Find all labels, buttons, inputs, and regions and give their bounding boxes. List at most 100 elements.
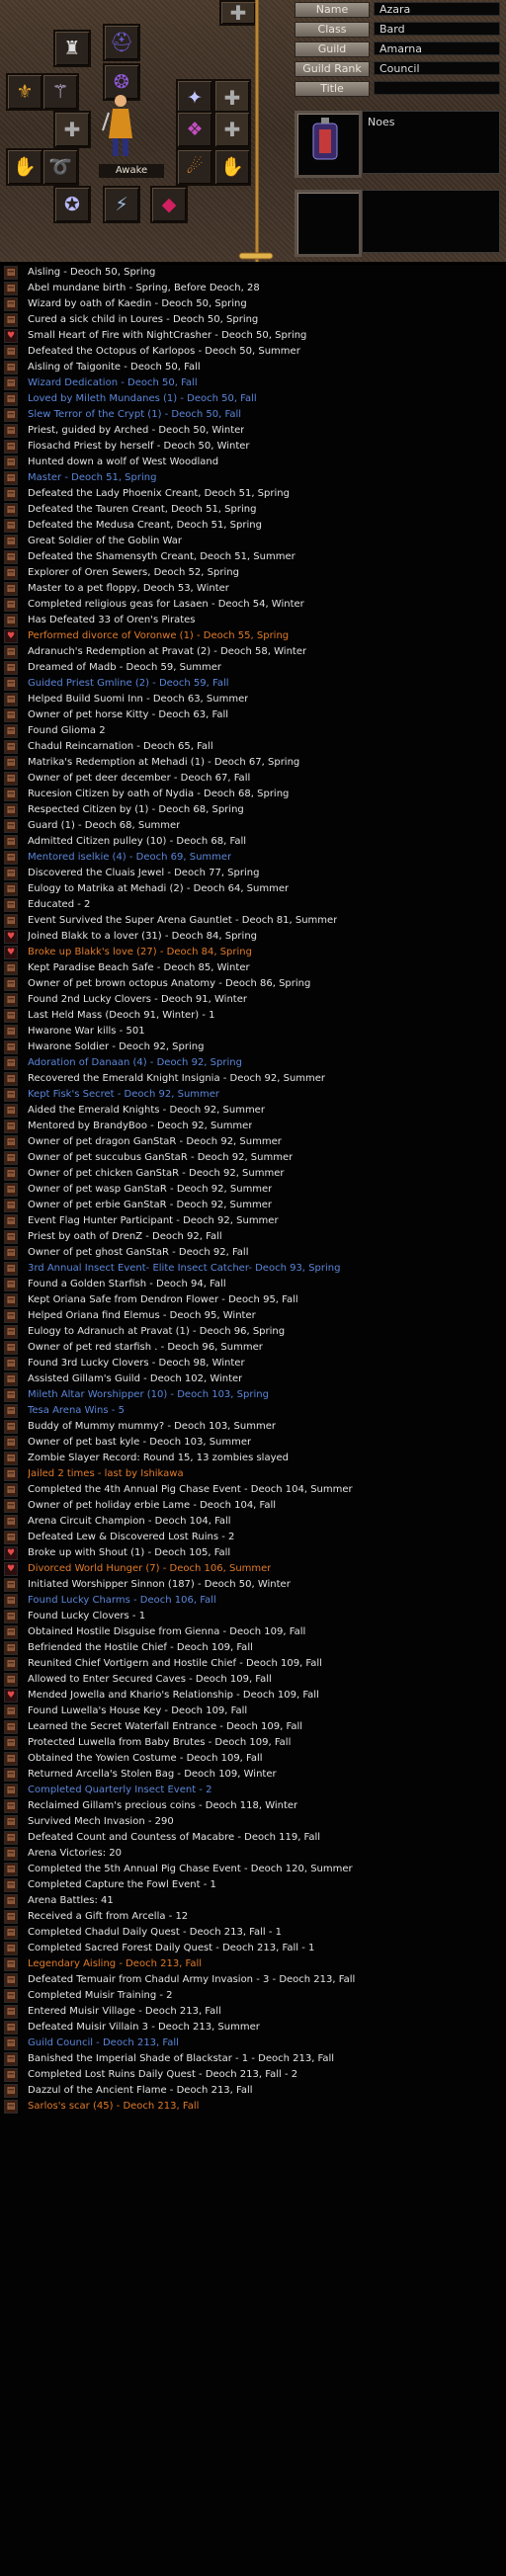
- book-icon: ▤: [4, 803, 18, 817]
- book-icon: ▤: [4, 1040, 18, 1054]
- legend-text: Defeated Muisir Villain 3 - Deoch 213, S…: [28, 2022, 260, 2033]
- equip-slot-4[interactable]: ✚: [219, 0, 257, 26]
- equip-slot-12[interactable]: ✋: [6, 148, 43, 186]
- book-icon: ▤: [4, 993, 18, 1007]
- legend-text: Mentored iselkie (4) - Deoch 69, Summer: [28, 852, 232, 863]
- book-icon: ▤: [4, 1784, 18, 1797]
- legend-row: ▤ Helped Build Suomi Inn - Deoch 63, Summ…: [0, 692, 506, 707]
- legend-text: Defeated the Shamensyth Creant, Deoch 51…: [28, 551, 295, 562]
- legend-text: Completed Chadul Daily Quest - Deoch 213…: [28, 1927, 283, 1938]
- status-label: Awake: [99, 164, 164, 178]
- legend-text: Obtained the Yowien Costume - Deoch 109,…: [28, 1753, 263, 1764]
- legend-text: Matrika's Redemption at Mehadi (1) - Deo…: [28, 757, 300, 768]
- book-icon: ▤: [4, 2021, 18, 2035]
- legend-row: ▤ Dazzul of the Ancient Flame - Deoch 213…: [0, 2083, 506, 2099]
- legend-row: ▤ Explorer of Oren Sewers, Deoch 52, Spri…: [0, 565, 506, 581]
- equip-slot-10[interactable]: ❖: [176, 111, 213, 148]
- heart-icon: ♥: [4, 930, 18, 944]
- legend-row: ▤ Mentored by BrandyBoo - Deoch 92, Summe…: [0, 1119, 506, 1134]
- legend-row: ♥ Small Heart of Fire with NightCrasher -…: [0, 328, 506, 344]
- book-icon: ▤: [4, 361, 18, 374]
- book-icon: ▤: [4, 1799, 18, 1813]
- equip-slot-1[interactable]: ♜: [53, 30, 91, 67]
- legend-row: ▤ Adoration of Danaan (4) - Deoch 92, Spr…: [0, 1055, 506, 1071]
- equip-slot-5[interactable]: ⚜: [6, 73, 43, 111]
- legend-text: Guard (1) - Deoch 68, Summer: [28, 820, 181, 831]
- legend-row: ▤ Defeated the Octopus of Karlopos - Deoc…: [0, 344, 506, 360]
- equip-slot-15[interactable]: ✋: [213, 148, 251, 186]
- legend-row: ▤ Sarlos's scar (45) - Deoch 213, Fall: [0, 2099, 506, 2115]
- equip-slot-6[interactable]: ⚚: [42, 73, 79, 111]
- book-icon: ▤: [4, 1926, 18, 1940]
- legend-row: ▤ Wizard by oath of Kaedin - Deoch 50, Sp…: [0, 296, 506, 312]
- equip-slot-11[interactable]: ✚: [213, 111, 251, 148]
- book-icon: ▤: [4, 456, 18, 469]
- legend-text: Reclaimed Gillam's precious coins - Deoc…: [28, 1800, 298, 1811]
- title-value: [374, 81, 500, 95]
- legend-text: Obtained Hostile Disguise from Gienna - …: [28, 1626, 306, 1637]
- legend-row: ▤ Completed Muisir Training - 2: [0, 1988, 506, 2004]
- legend-row: ▤ Priest by oath of DrenZ - Deoch 92, Fal…: [0, 1229, 506, 1245]
- book-icon: ▤: [4, 1942, 18, 1955]
- book-icon: ▤: [4, 693, 18, 706]
- book-icon: ▤: [4, 1578, 18, 1592]
- legend-row: ▤ Defeated the Medusa Creant, Deoch 51, S…: [0, 518, 506, 534]
- legend-text: Joined Blakk to a lover (31) - Deoch 84,…: [28, 931, 258, 942]
- legend-row: ▤ Completed Lost Ruins Daily Quest - Deoc…: [0, 2067, 506, 2083]
- legend-row: ▤ Defeated the Shamensyth Creant, Deoch 5…: [0, 549, 506, 565]
- panel-divider: [255, 0, 259, 262]
- book-icon: ▤: [4, 1341, 18, 1355]
- legend-text: Master to a pet floppy, Deoch 53, Winter: [28, 583, 229, 594]
- legend-text: Initiated Worshipper Sinnon (187) - Deoc…: [28, 1579, 291, 1590]
- secondary-caption-box: [362, 190, 500, 253]
- equip-slot-13[interactable]: ➰: [42, 148, 79, 186]
- legend-text: Priest by oath of DrenZ - Deoch 92, Fall: [28, 1231, 222, 1242]
- legend-text: Abel mundane birth - Spring, Before Deoc…: [28, 283, 260, 293]
- legend-text: Defeated Temuair from Chadul Army Invasi…: [28, 1974, 356, 1985]
- legend-row: ▤ Obtained the Yowien Costume - Deoch 109…: [0, 1751, 506, 1767]
- legend-row: ▤ 3rd Annual Insect Event- Elite Insect C…: [0, 1261, 506, 1277]
- equip-slot-2[interactable]: ⛑: [103, 24, 140, 61]
- legend-row: ▤ Banished the Imperial Shade of Blacksta…: [0, 2051, 506, 2067]
- legend-list[interactable]: ▤ Aisling - Deoch 50, Spring ▤ Abel mundane…: [0, 265, 506, 2576]
- book-icon: ▤: [4, 392, 18, 406]
- book-icon: ▤: [4, 1483, 18, 1497]
- book-icon: ▤: [4, 1863, 18, 1876]
- book-icon: ▤: [4, 2068, 18, 2082]
- legend-text: Aisling - Deoch 50, Spring: [28, 267, 156, 278]
- legend-row: ▤ Dreamed of Madb - Deoch 59, Summer: [0, 660, 506, 676]
- legend-text: Hwarone Soldier - Deoch 92, Spring: [28, 1041, 205, 1052]
- book-icon: ▤: [4, 788, 18, 801]
- book-icon: ▤: [4, 313, 18, 327]
- equip-slot-17[interactable]: ⚡: [103, 186, 140, 223]
- heart-icon: ♥: [4, 1562, 18, 1576]
- equip-slot-18[interactable]: ◆: [150, 186, 188, 223]
- legend-text: Mileth Altar Worshipper (10) - Deoch 103…: [28, 1389, 269, 1400]
- legend-text: Zombie Slayer Record: Round 15, 13 zombi…: [28, 1453, 289, 1463]
- legend-row: ▤ Has Defeated 33 of Oren's Pirates: [0, 613, 506, 628]
- legend-row: ▤ Educated - 2: [0, 897, 506, 913]
- legend-text: Rucesion Citizen by oath of Nydia - Deoc…: [28, 789, 290, 799]
- legend-text: Last Held Mass (Deoch 91, Winter) - 1: [28, 1010, 215, 1021]
- guild-value: Amarna: [374, 42, 500, 55]
- book-icon: ▤: [4, 1309, 18, 1323]
- book-icon: ▤: [4, 1104, 18, 1118]
- legend-row: ▤ Priest, guided by Arched - Deoch 50, Wi…: [0, 423, 506, 439]
- legend-row: ♥ Joined Blakk to a lover (31) - Deoch 84…: [0, 929, 506, 945]
- equip-slot-16[interactable]: ✪: [53, 186, 91, 223]
- book-icon: ▤: [4, 1293, 18, 1307]
- legend-text: Kept Fisk's Secret - Deoch 92, Summer: [28, 1089, 220, 1100]
- book-icon: ▤: [4, 645, 18, 659]
- equip-slot-14[interactable]: ☄: [176, 148, 213, 186]
- heart-icon: ♥: [4, 629, 18, 643]
- book-icon: ▤: [4, 1641, 18, 1655]
- legend-text: Eulogy to Adranuch at Pravat (1) - Deoch…: [28, 1326, 286, 1337]
- legend-row: ▤ Owner of pet horse Kitty - Deoch 63, Fa…: [0, 707, 506, 723]
- book-icon: ▤: [4, 1957, 18, 1971]
- book-icon: ▤: [4, 1072, 18, 1086]
- equip-slot-9[interactable]: ✚: [53, 111, 91, 148]
- book-icon: ▤: [4, 661, 18, 675]
- legend-text: Completed Capture the Fowl Event - 1: [28, 1879, 216, 1890]
- legend-text: Completed Quarterly Insect Event - 2: [28, 1785, 212, 1795]
- helmet-icon: ⛑: [109, 31, 134, 53]
